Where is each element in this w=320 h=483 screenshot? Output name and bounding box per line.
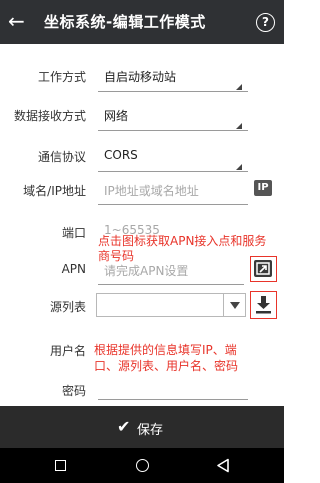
spinner-corner-icon — [236, 164, 242, 170]
password-input[interactable] — [96, 378, 248, 400]
password-underline — [98, 399, 248, 400]
page-title: 坐标系统-编辑工作模式 — [44, 13, 206, 31]
save-label: 保存 — [137, 423, 164, 438]
apn-annotation-line1: 点击图标获取APN接入点和服务 — [98, 234, 267, 248]
source-table-dropdown[interactable] — [96, 293, 246, 317]
domain-ip-input[interactable]: IP地址或域名地址 — [104, 182, 199, 199]
fill-annotation-line2: 口、源列表、用户名、密码 — [94, 359, 239, 373]
apn-label: APN — [61, 262, 86, 276]
spinner-corner-icon — [236, 123, 242, 129]
fill-annotation-line1: 根据提供的信息填写IP、端 — [94, 343, 237, 357]
apn-highlight-box — [250, 256, 277, 282]
download-highlight-box — [250, 291, 277, 319]
data-receive-underline — [98, 130, 248, 131]
help-icon[interactable]: ? — [256, 13, 275, 32]
share-out-icon[interactable] — [254, 260, 272, 277]
username-label: 用户名 — [49, 344, 86, 358]
work-mode-underline — [98, 91, 248, 92]
apn-underline — [98, 284, 244, 285]
checkmark-icon: ✔ — [117, 417, 131, 436]
domain-ip-underline — [98, 204, 248, 205]
system-nav-bar — [0, 448, 284, 483]
spinner-corner-icon — [236, 84, 242, 90]
domain-ip-label: 域名/IP地址 — [23, 184, 86, 198]
ip-icon[interactable]: IP — [254, 180, 272, 196]
chevron-down-icon — [230, 302, 240, 309]
password-label: 密码 — [61, 384, 86, 398]
protocol-underline — [98, 171, 248, 172]
port-label: 端口 — [61, 226, 86, 240]
back-arrow-icon[interactable]: ← — [8, 10, 28, 32]
work-mode-value[interactable]: 自启动移动站 — [104, 68, 176, 85]
home-icon[interactable] — [136, 459, 149, 472]
data-receive-label: 数据接收方式 — [13, 109, 86, 123]
protocol-label: 通信协议 — [37, 150, 86, 164]
work-mode-label: 工作方式 — [37, 70, 86, 84]
title-bar: ← 坐标系统-编辑工作模式 ? — [0, 0, 284, 44]
recent-apps-icon[interactable] — [55, 460, 66, 471]
data-receive-value[interactable]: 网络 — [104, 107, 128, 124]
apn-input[interactable]: 请完成APN设置 — [104, 262, 188, 279]
save-button[interactable]: ✔ 保存 — [0, 406, 284, 448]
nav-back-icon[interactable] — [216, 458, 230, 473]
source-table-label: 源列表 — [49, 300, 86, 314]
protocol-value[interactable]: CORS — [104, 148, 138, 162]
dropdown-arrow-button[interactable] — [223, 294, 245, 316]
download-icon[interactable] — [255, 295, 272, 314]
